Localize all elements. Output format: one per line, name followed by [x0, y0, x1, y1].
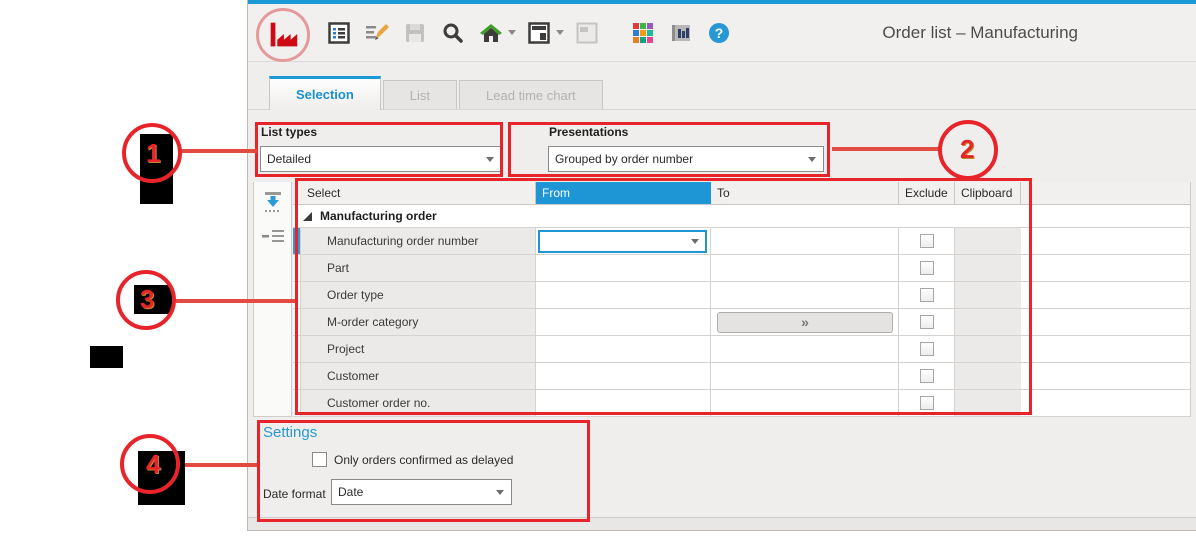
tab-list-label: List: [410, 88, 430, 103]
help-icon[interactable]: ?: [704, 18, 734, 48]
svg-text:?: ?: [715, 25, 724, 41]
annotation-line-1: [180, 149, 257, 153]
home-dropdown-caret[interactable]: [508, 30, 516, 35]
tab-list[interactable]: List: [383, 80, 457, 109]
annotation-line-3: [176, 299, 295, 303]
annotation-number-4: 4: [146, 449, 160, 480]
annotation-box-2: [508, 122, 830, 177]
screenshot-stage: ? Order list – Manufacturing Selection L…: [0, 0, 1196, 538]
home-icon[interactable]: [476, 18, 506, 48]
tab-lead-time-chart[interactable]: Lead time chart: [459, 80, 603, 109]
annotation-number-3: 3: [140, 284, 154, 315]
layout-icon[interactable]: [524, 18, 554, 48]
annotation-box-3: [295, 178, 1032, 415]
annotation-number-1: 1: [146, 138, 160, 169]
annotation-box-1: [255, 122, 503, 177]
tab-selection-label: Selection: [296, 87, 354, 102]
preview-icon-disabled: [572, 18, 602, 48]
tab-selection[interactable]: Selection: [269, 76, 381, 110]
annotation-number-2: 2: [960, 134, 974, 165]
redaction-block: [90, 346, 123, 368]
color-grid-icon[interactable]: [628, 18, 658, 48]
report-book-icon[interactable]: [666, 18, 696, 48]
edit-list-icon[interactable]: [362, 18, 392, 48]
main-toolbar: ? Order list – Manufacturing: [248, 4, 1196, 62]
annotation-box-4: [257, 420, 590, 522]
factory-logo: [256, 8, 310, 62]
tab-lead-time-chart-label: Lead time chart: [486, 88, 576, 103]
remove-selection-row-icon[interactable]: [259, 222, 287, 250]
save-icon[interactable]: [400, 18, 430, 48]
add-selection-row-icon[interactable]: [259, 188, 287, 216]
annotation-line-4: [181, 463, 257, 467]
annotation-line-2: [832, 147, 939, 151]
search-icon[interactable]: [438, 18, 468, 48]
page-title: Order list – Manufacturing: [882, 23, 1078, 43]
register-icon[interactable]: [324, 18, 354, 48]
tab-strip: Selection List Lead time chart: [248, 62, 1196, 110]
column-header-filler: [1021, 182, 1190, 204]
layout-dropdown-caret[interactable]: [556, 30, 564, 35]
factory-icon: [264, 16, 302, 54]
